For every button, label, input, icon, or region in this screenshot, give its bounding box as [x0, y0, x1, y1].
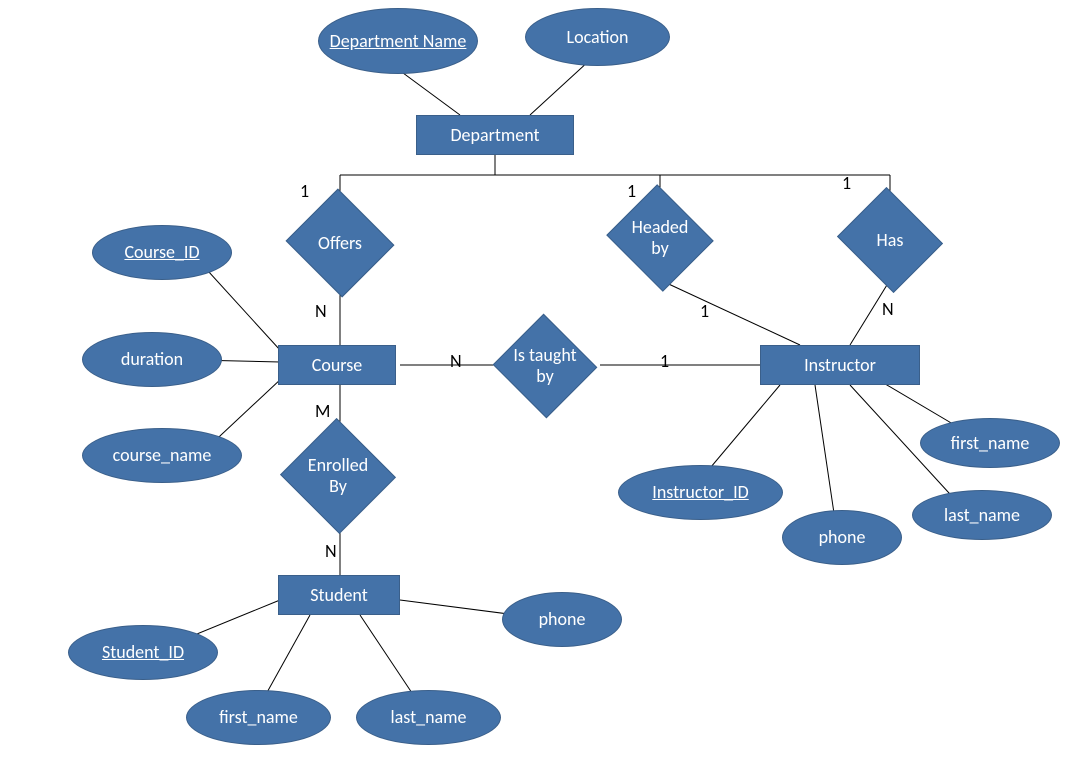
attribute-stu-phone: phone	[502, 592, 622, 647]
entity-student: Student	[278, 575, 400, 615]
text-course: Course	[312, 355, 363, 376]
card-taught-course: N	[450, 350, 462, 372]
text-stu-first-name: first_name	[219, 707, 298, 728]
entity-instructor: Instructor	[760, 345, 920, 385]
card-headed-dept: 1	[627, 180, 636, 202]
card-taught-inst: 1	[660, 350, 669, 372]
entity-department: Department	[416, 115, 574, 155]
text-inst-first-name: first_name	[951, 433, 1030, 454]
text-stu-last-name: last_name	[391, 707, 467, 728]
attribute-duration: duration	[82, 332, 222, 387]
text-instructor: Instructor	[804, 355, 876, 376]
relationship-is-taught-by: Is taught by	[487, 318, 603, 414]
attribute-course-id: Course_ID	[92, 225, 232, 280]
text-headed-by: Headed by	[625, 217, 695, 258]
card-has-dept: 1	[842, 172, 851, 194]
attribute-inst-phone: phone	[782, 510, 902, 565]
text-inst-last-name: last_name	[944, 505, 1020, 526]
attribute-inst-first-name: first_name	[920, 418, 1060, 468]
text-has: Has	[877, 230, 904, 251]
card-offers-dept: 1	[300, 180, 309, 202]
card-headed-inst: 1	[700, 300, 709, 322]
card-offers-course: N	[315, 300, 327, 322]
card-has-inst: N	[882, 298, 894, 320]
text-department: Department	[450, 125, 539, 146]
entity-course: Course	[278, 345, 396, 385]
attribute-department-name: Department Name	[318, 8, 478, 74]
attribute-inst-last-name: last_name	[912, 490, 1052, 540]
relationship-enrolled-by: Enrolled By	[268, 428, 408, 524]
relationship-headed-by: Headed by	[598, 190, 722, 286]
relationship-has: Has	[832, 195, 948, 285]
text-duration: duration	[121, 349, 183, 370]
attribute-stu-first-name: first_name	[186, 690, 331, 745]
card-enroll-course: M	[315, 400, 330, 422]
attribute-instructor-id: Instructor_ID	[618, 465, 783, 520]
text-instructor-id: Instructor_ID	[652, 482, 748, 503]
text-student-id: Student_ID	[102, 642, 184, 663]
text-location: Location	[567, 27, 629, 48]
text-course-name: course_name	[113, 445, 212, 466]
card-enroll-student: N	[325, 540, 337, 562]
text-enrolled-by: Enrolled By	[298, 455, 378, 496]
text-course-id: Course_ID	[124, 242, 199, 263]
attribute-student-id: Student_ID	[68, 625, 218, 680]
text-is-taught-by: Is taught by	[512, 345, 578, 386]
text-stu-phone: phone	[539, 609, 586, 630]
text-student: Student	[310, 585, 368, 606]
relationship-offers: Offers	[282, 198, 398, 288]
attribute-course-name: course_name	[82, 428, 242, 483]
attribute-stu-last-name: last_name	[356, 690, 501, 745]
text-inst-phone: phone	[819, 527, 866, 548]
text-department-name: Department Name	[330, 31, 467, 52]
text-offers: Offers	[318, 233, 362, 254]
attribute-location: Location	[525, 8, 670, 66]
